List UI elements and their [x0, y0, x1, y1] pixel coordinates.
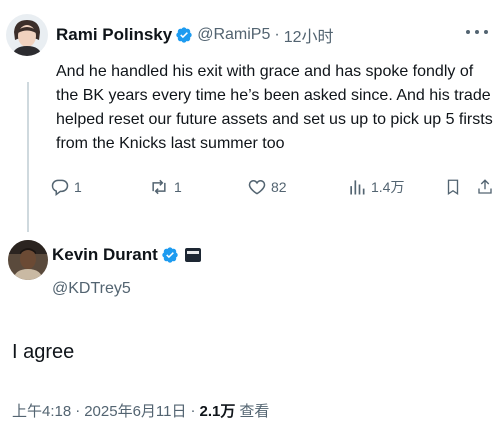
action-bar: 1 1 82 1.4万 — [50, 174, 492, 200]
share-icon — [478, 179, 492, 194]
tweet-meta: 上午4:18 · 2025年6月11日 · 2.1万 查看 — [12, 400, 269, 421]
repost-icon — [152, 179, 166, 195]
timestamp[interactable]: 12小时 — [284, 23, 334, 47]
reply-button[interactable]: 1 — [50, 174, 82, 200]
avatar-kevin-durant[interactable] — [8, 240, 48, 280]
reply-count: 1 — [74, 179, 82, 195]
thread-line — [27, 82, 29, 232]
share-button[interactable] — [476, 174, 494, 200]
main-author-row: Kevin Durant — [52, 244, 201, 266]
reply-text: And he handled his exit with grace and h… — [56, 63, 493, 152]
separator: · — [274, 26, 280, 43]
like-icon — [248, 179, 266, 195]
views-count: 2.1万 — [199, 403, 236, 420]
verified-badge-icon — [175, 26, 193, 44]
bookmark-icon — [447, 179, 459, 196]
author-name[interactable]: Kevin Durant — [52, 245, 158, 265]
separator: · — [190, 402, 196, 419]
view-count: 1.4万 — [371, 179, 405, 195]
separator: · — [75, 402, 81, 419]
like-button[interactable]: 82 — [247, 174, 287, 200]
verified-badge-icon — [161, 246, 179, 264]
avatar-rami[interactable] — [6, 14, 48, 56]
repost-button[interactable]: 1 — [148, 174, 182, 200]
repost-count: 1 — [174, 179, 182, 195]
bookmark-button[interactable] — [444, 174, 462, 200]
views-label: 查看 — [239, 403, 270, 420]
flag-icon — [184, 248, 201, 262]
author-handle[interactable]: @KDTrey5 — [52, 280, 131, 298]
reply-icon — [51, 179, 69, 197]
main-tweet-text: I agree — [12, 341, 75, 363]
author-name[interactable]: Rami Polinsky — [56, 25, 172, 45]
tweet-time[interactable]: 上午4:18 — [12, 400, 71, 421]
more-icon[interactable] — [466, 24, 488, 40]
views-icon — [350, 180, 365, 195]
views-button[interactable]: 1.4万 — [347, 174, 404, 200]
like-count: 82 — [271, 179, 287, 195]
tweet-date[interactable]: 2025年6月11日 — [84, 400, 186, 421]
reply-header: Rami Polinsky @RamiP5 · 12小时 — [56, 22, 334, 48]
author-handle[interactable]: @RamiP5 — [197, 26, 270, 44]
